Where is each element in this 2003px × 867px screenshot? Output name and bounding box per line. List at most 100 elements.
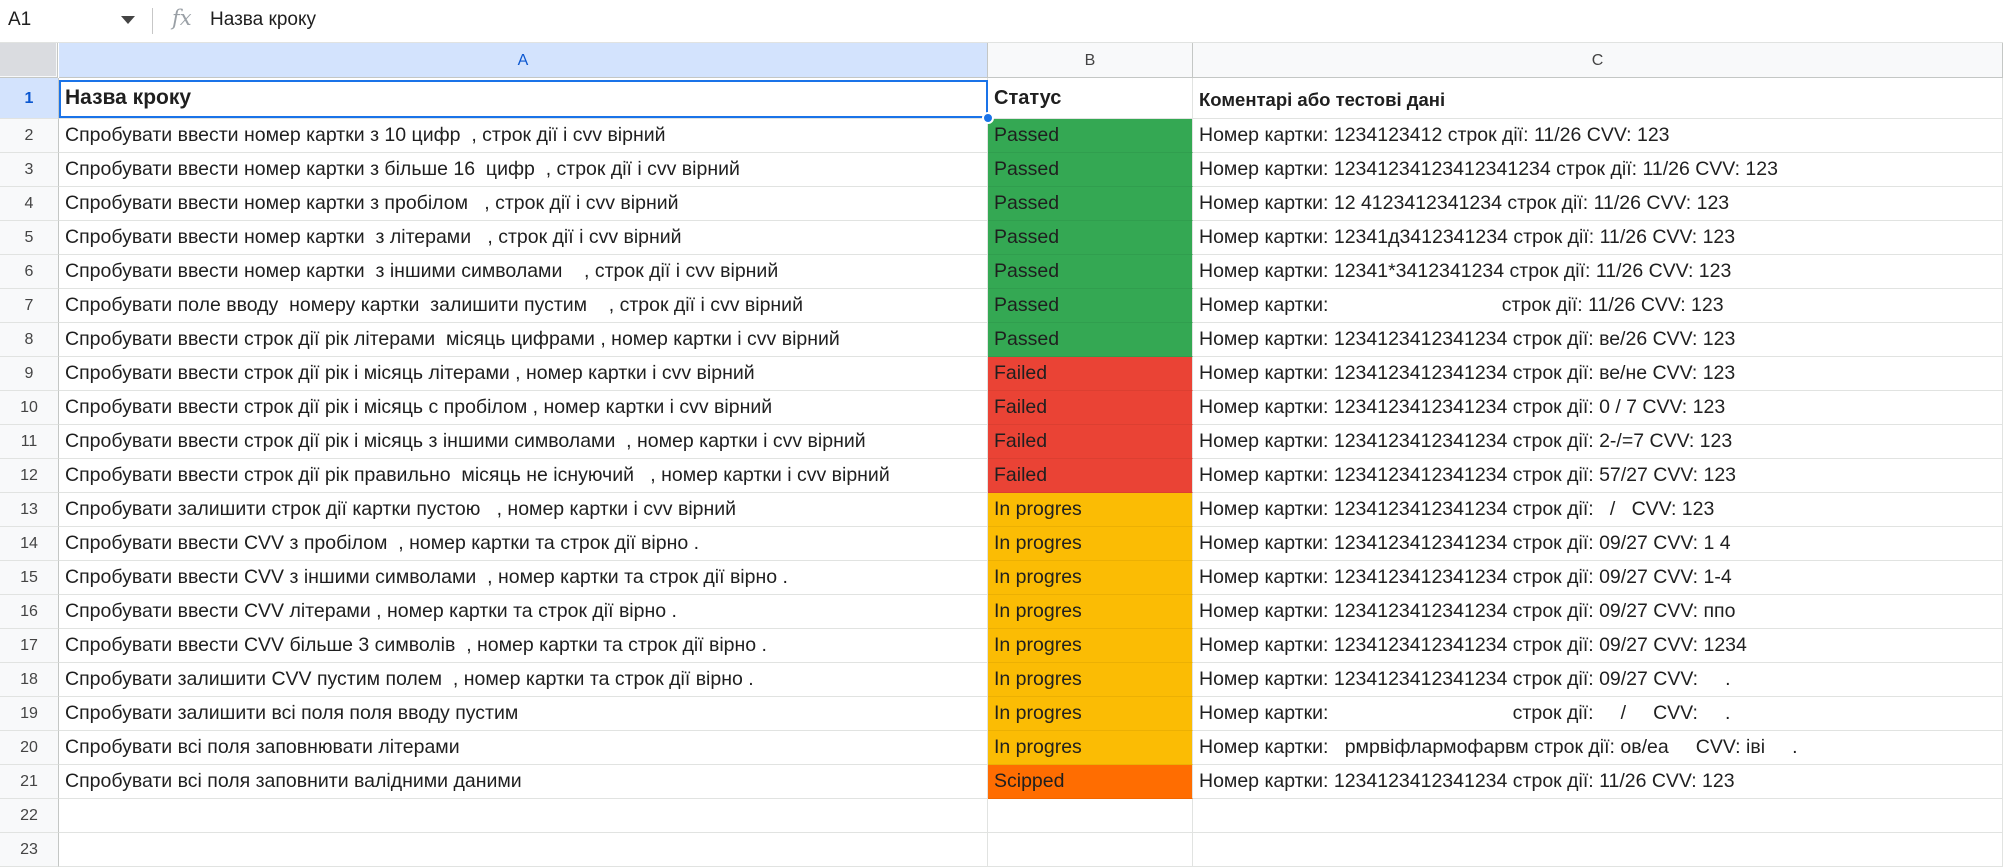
empty-cell[interactable]: [988, 799, 1193, 833]
row-header-12[interactable]: 12: [0, 459, 59, 493]
comment-cell[interactable]: Номер картки: 1234123412341234 строк дії…: [1193, 459, 2003, 493]
status-cell[interactable]: In progres: [988, 731, 1193, 765]
step-name-cell[interactable]: Спробувати ввести строк дії рік і місяць…: [59, 425, 988, 459]
row-header-22[interactable]: 22: [0, 799, 59, 833]
status-cell[interactable]: In progres: [988, 629, 1193, 663]
step-name-cell[interactable]: Спробувати ввести строк дії рік і місяць…: [59, 357, 988, 391]
status-cell[interactable]: In progres: [988, 595, 1193, 629]
row-header-19[interactable]: 19: [0, 697, 59, 731]
step-name-cell[interactable]: Спробувати ввести строк дії рік і місяць…: [59, 391, 988, 425]
status-cell[interactable]: Passed: [988, 187, 1193, 221]
step-name-cell[interactable]: Спробувати ввести номер картки з іншими …: [59, 255, 988, 289]
status-cell[interactable]: Passed: [988, 323, 1193, 357]
step-name-cell[interactable]: Спробувати поле вводу номеру картки зали…: [59, 289, 988, 323]
step-name-cell[interactable]: Спробувати залишити всі поля поля вводу …: [59, 697, 988, 731]
status-cell[interactable]: In progres: [988, 493, 1193, 527]
row-header-23[interactable]: 23: [0, 833, 59, 867]
row-header-1[interactable]: 1: [0, 78, 59, 119]
empty-cell[interactable]: [1193, 799, 2003, 833]
step-name-cell[interactable]: Спробувати залишити CVV пустим полем , н…: [59, 663, 988, 697]
row-header-7[interactable]: 7: [0, 289, 59, 323]
chevron-down-icon[interactable]: [121, 16, 135, 24]
header-cell-a[interactable]: Назва кроку: [59, 78, 988, 119]
row-header-16[interactable]: 16: [0, 595, 59, 629]
status-cell[interactable]: In progres: [988, 663, 1193, 697]
comment-cell[interactable]: Номер картки: 12341д3412341234 строк дії…: [1193, 221, 2003, 255]
comment-cell[interactable]: Номер картки: 1234123412341234 строк дії…: [1193, 391, 2003, 425]
comment-cell[interactable]: Номер картки: 1234123412341234 строк дії…: [1193, 561, 2003, 595]
status-cell[interactable]: Scipped: [988, 765, 1193, 799]
status-cell[interactable]: In progres: [988, 561, 1193, 595]
name-box[interactable]: A1: [8, 9, 31, 31]
row-header-20[interactable]: 20: [0, 731, 59, 765]
row-header-5[interactable]: 5: [0, 221, 59, 255]
status-cell[interactable]: Passed: [988, 119, 1193, 153]
status-cell[interactable]: Passed: [988, 221, 1193, 255]
status-cell[interactable]: Passed: [988, 153, 1193, 187]
row-header-18[interactable]: 18: [0, 663, 59, 697]
comment-cell[interactable]: Номер картки: 1234123412341234 строк дії…: [1193, 663, 2003, 697]
row-header-8[interactable]: 8: [0, 323, 59, 357]
row-header-10[interactable]: 10: [0, 391, 59, 425]
comment-cell[interactable]: Номер картки: 12341234123412341234 строк…: [1193, 153, 2003, 187]
status-cell[interactable]: Failed: [988, 425, 1193, 459]
comment-cell[interactable]: Номер картки: строк дії: / CVV: .: [1193, 697, 2003, 731]
comment-cell[interactable]: Номер картки: 1234123412341234 строк дії…: [1193, 595, 2003, 629]
status-cell[interactable]: In progres: [988, 527, 1193, 561]
row-header-3[interactable]: 3: [0, 153, 59, 187]
step-name-cell[interactable]: Спробувати ввести CVV з іншими символами…: [59, 561, 988, 595]
status-cell[interactable]: Failed: [988, 391, 1193, 425]
step-name-cell[interactable]: Спробувати ввести номер картки з літерам…: [59, 221, 988, 255]
column-header-b[interactable]: B: [988, 43, 1193, 78]
row-header-13[interactable]: 13: [0, 493, 59, 527]
step-name-cell[interactable]: Спробувати ввести номер картки з більше …: [59, 153, 988, 187]
comment-cell[interactable]: Номер картки: 12341*3412341234 строк дії…: [1193, 255, 2003, 289]
step-name-cell[interactable]: Спробувати всі поля заповнити валідними …: [59, 765, 988, 799]
function-icon: fx: [172, 6, 192, 30]
comment-cell[interactable]: Номер картки: 1234123412341234 строк дії…: [1193, 765, 2003, 799]
header-cell-c[interactable]: Коментарі або тестові дані: [1193, 78, 2003, 119]
status-cell[interactable]: Failed: [988, 459, 1193, 493]
formula-input[interactable]: Назва кроку: [210, 9, 316, 31]
row-header-17[interactable]: 17: [0, 629, 59, 663]
step-name-cell[interactable]: Спробувати ввести CVV з пробілом , номер…: [59, 527, 988, 561]
step-name-cell[interactable]: Спробувати всі поля заповнювати літерами: [59, 731, 988, 765]
row-header-11[interactable]: 11: [0, 425, 59, 459]
comment-cell[interactable]: Номер картки: 1234123412341234 строк дії…: [1193, 527, 2003, 561]
row-header-2[interactable]: 2: [0, 119, 59, 153]
comment-cell[interactable]: Номер картки: строк дії: 11/26 CVV: 123: [1193, 289, 2003, 323]
comment-cell[interactable]: Номер картки: 12 4123412341234 строк дії…: [1193, 187, 2003, 221]
status-cell[interactable]: In progres: [988, 697, 1193, 731]
fill-handle[interactable]: [982, 112, 994, 124]
comment-cell[interactable]: Номер картки: 1234123412 строк дії: 11/2…: [1193, 119, 2003, 153]
comment-cell[interactable]: Номер картки: 1234123412341234 строк дії…: [1193, 357, 2003, 391]
empty-cell[interactable]: [1193, 833, 2003, 867]
step-name-cell[interactable]: Спробувати ввести номер картки з пробіло…: [59, 187, 988, 221]
step-name-cell[interactable]: Спробувати ввести CVV літерами , номер к…: [59, 595, 988, 629]
step-name-cell[interactable]: Спробувати залишити строк дії картки пус…: [59, 493, 988, 527]
row-header-9[interactable]: 9: [0, 357, 59, 391]
step-name-cell[interactable]: Спробувати ввести CVV більше 3 символів …: [59, 629, 988, 663]
step-name-cell[interactable]: Спробувати ввести строк дії рік правильн…: [59, 459, 988, 493]
row-header-6[interactable]: 6: [0, 255, 59, 289]
comment-cell[interactable]: Номер картки: 1234123412341234 строк дії…: [1193, 425, 2003, 459]
row-header-21[interactable]: 21: [0, 765, 59, 799]
column-header-c[interactable]: C: [1193, 43, 2003, 78]
status-cell[interactable]: Failed: [988, 357, 1193, 391]
row-header-4[interactable]: 4: [0, 187, 59, 221]
step-name-cell[interactable]: Спробувати ввести строк дії рік літерами…: [59, 323, 988, 357]
empty-cell[interactable]: [59, 799, 988, 833]
comment-cell[interactable]: Номер картки: 1234123412341234 строк дії…: [1193, 323, 2003, 357]
status-cell[interactable]: Passed: [988, 255, 1193, 289]
row-header-15[interactable]: 15: [0, 561, 59, 595]
row-header-14[interactable]: 14: [0, 527, 59, 561]
empty-cell[interactable]: [988, 833, 1193, 867]
comment-cell[interactable]: Номер картки: рмрвіфлармофарвм строк дії…: [1193, 731, 2003, 765]
step-name-cell[interactable]: Спробувати ввести номер картки з 10 цифр…: [59, 119, 988, 153]
comment-cell[interactable]: Номер картки: 1234123412341234 строк дії…: [1193, 629, 2003, 663]
comment-cell[interactable]: Номер картки: 1234123412341234 строк дії…: [1193, 493, 2003, 527]
empty-cell[interactable]: [59, 833, 988, 867]
status-cell[interactable]: Passed: [988, 289, 1193, 323]
column-header-a[interactable]: A: [59, 43, 988, 78]
header-cell-b[interactable]: Статус: [988, 78, 1193, 119]
